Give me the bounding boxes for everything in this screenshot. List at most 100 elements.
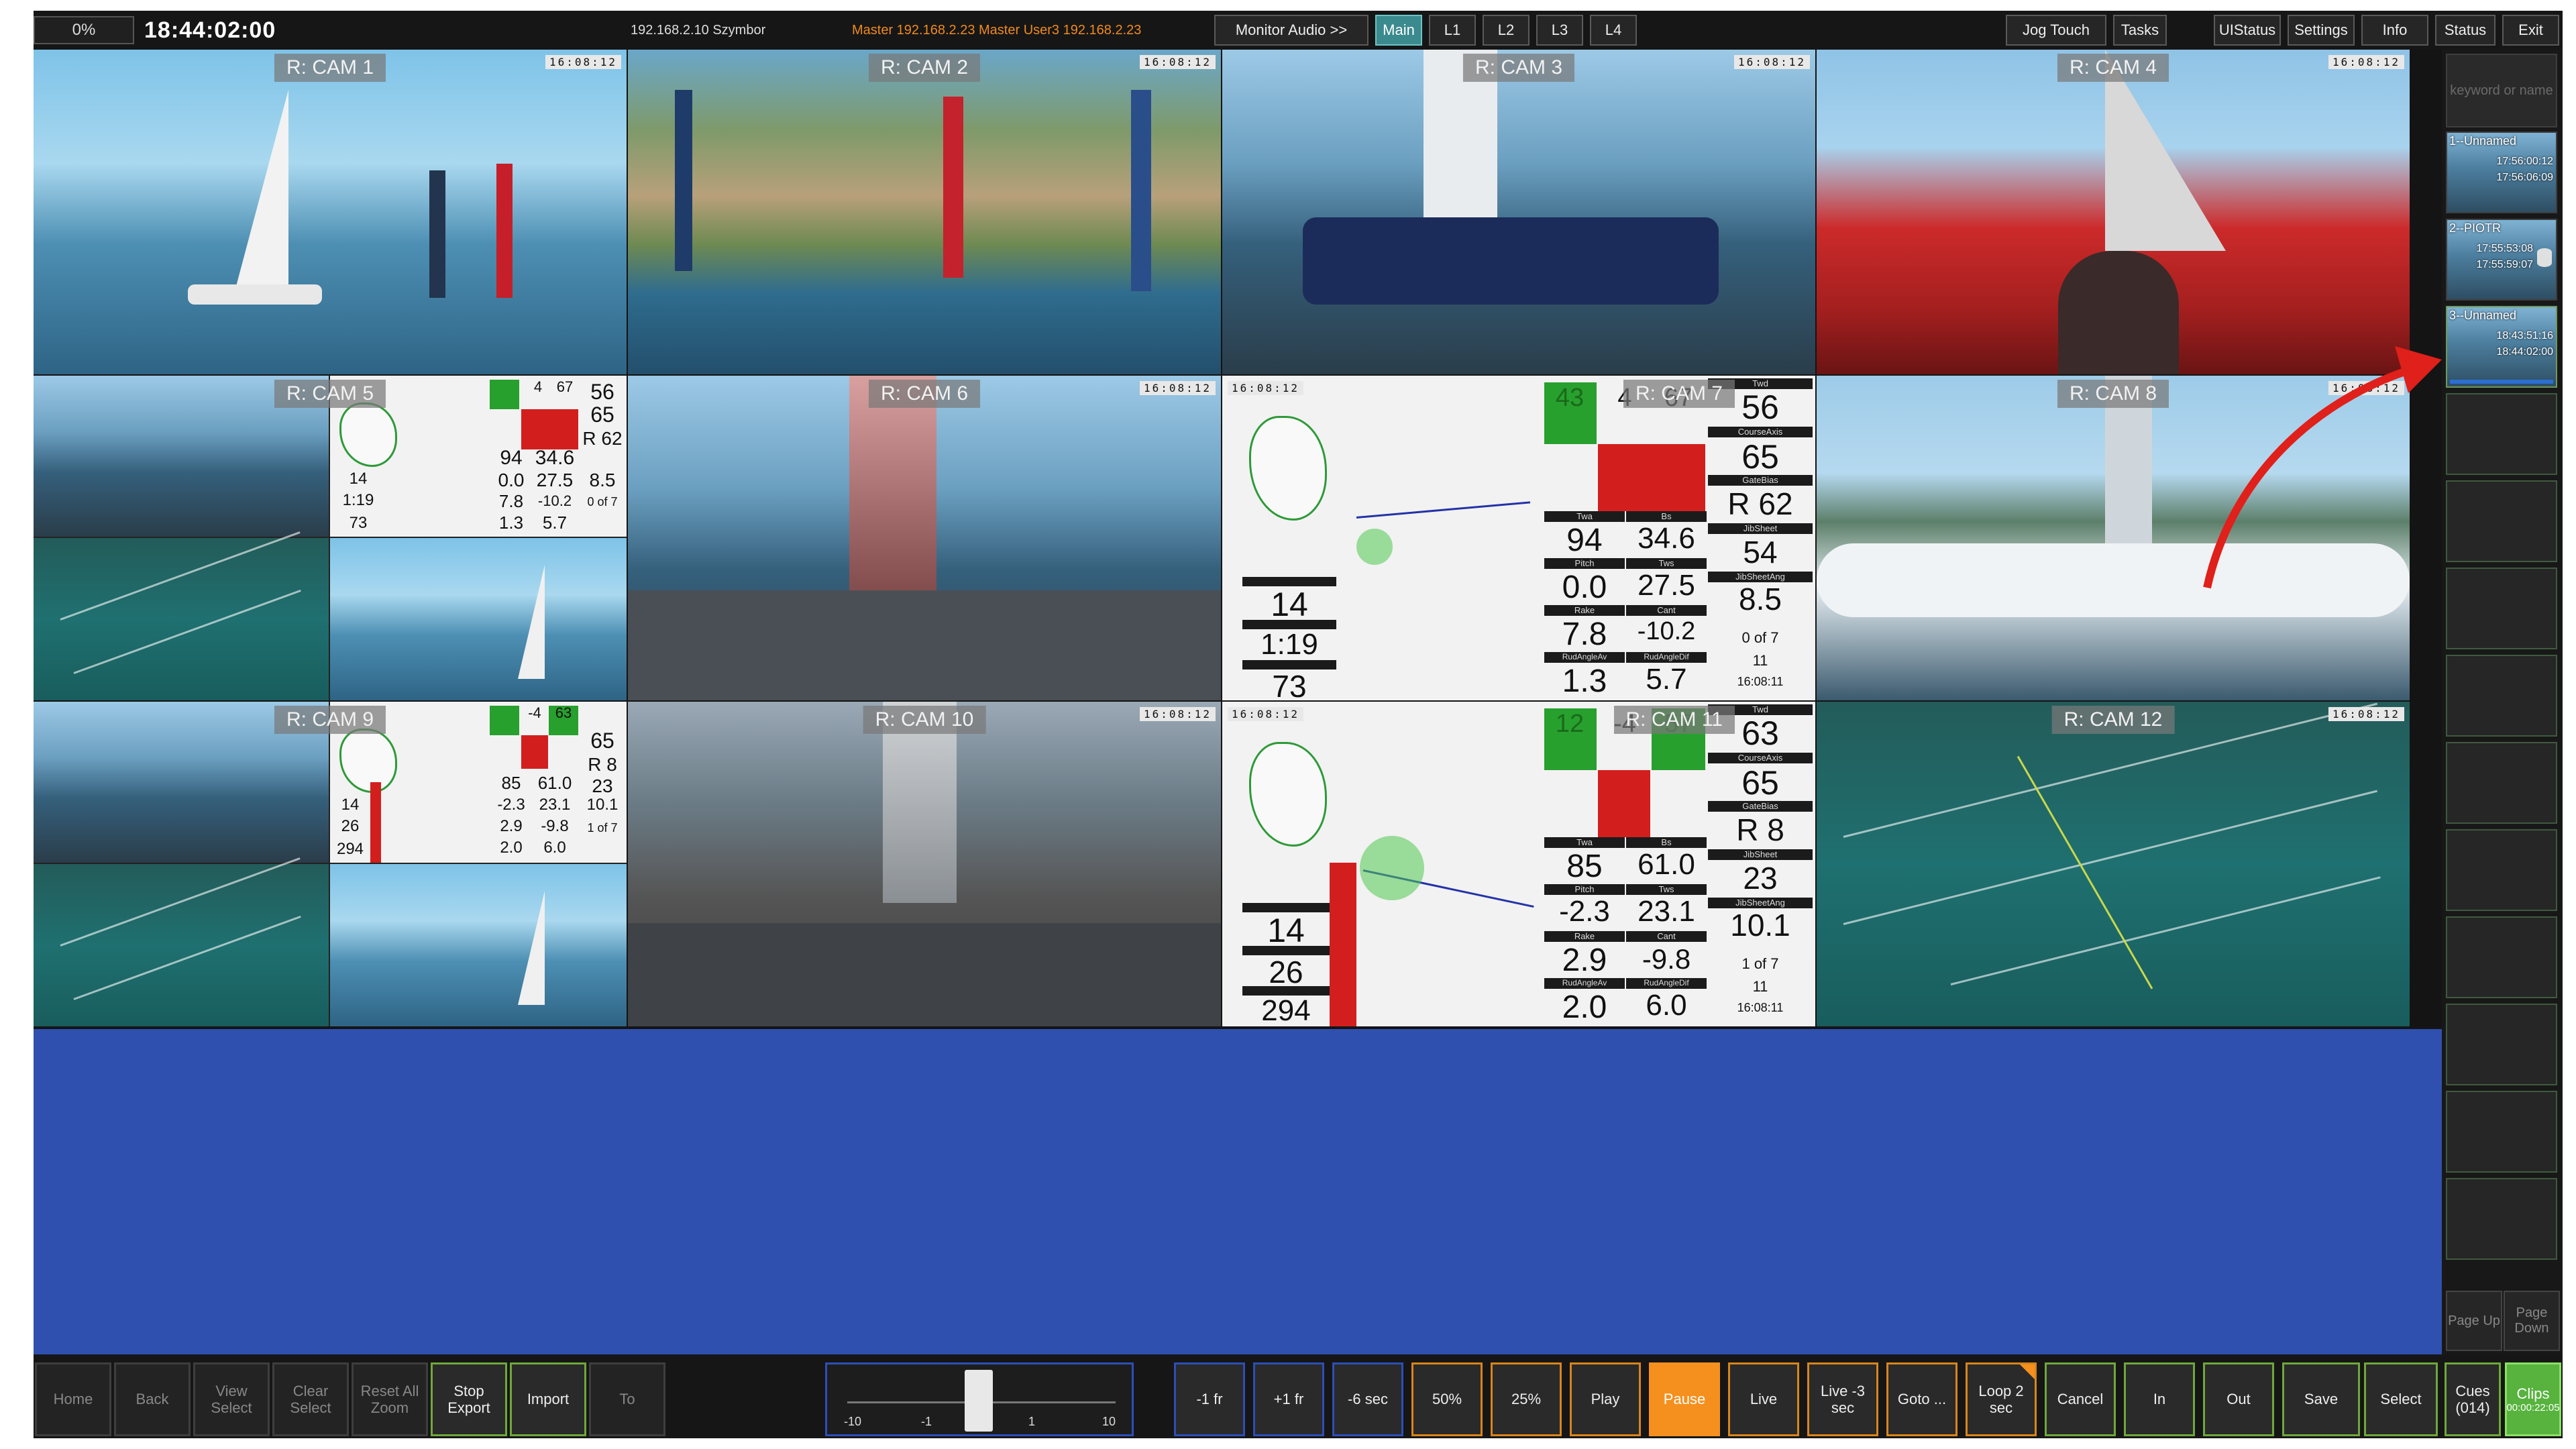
empty-clip-slot[interactable] <box>2446 916 2557 998</box>
indicator-red <box>1598 444 1705 511</box>
minus-1fr-button[interactable]: -1 fr <box>1174 1362 1245 1436</box>
empty-video-area[interactable] <box>34 1029 2442 1354</box>
l1-button[interactable]: L1 <box>1429 15 1476 46</box>
out-button[interactable]: Out <box>2203 1362 2274 1436</box>
cues-button[interactable]: Cues (014) <box>2445 1362 2501 1436</box>
settings-button[interactable]: Settings <box>2288 15 2355 46</box>
cam-tile-2[interactable]: R: CAM 2 16:08:12 <box>628 50 1221 374</box>
l3-button[interactable]: L3 <box>1536 15 1583 46</box>
uistatus-button[interactable]: UIStatus <box>2214 15 2281 46</box>
keyword-search-input[interactable]: keyword or name <box>2446 54 2557 127</box>
tele-label: Rake <box>1544 931 1625 942</box>
clip-item[interactable]: 1--Unnamed 17:56:00:12 17:56:06:09 <box>2446 131 2557 213</box>
empty-clip-slot[interactable] <box>2446 655 2557 737</box>
corner-indicator <box>2020 1364 2035 1379</box>
cam-tile-12[interactable]: R: CAM 12 16:08:12 <box>1817 702 2410 1026</box>
tele-value: 1.3 <box>1562 663 1607 699</box>
arrow-head <box>2395 346 2442 393</box>
l2-button[interactable]: L2 <box>1483 15 1529 46</box>
back-button[interactable]: Back <box>114 1362 191 1436</box>
sail-image <box>943 97 963 278</box>
home-button[interactable]: Home <box>35 1362 111 1436</box>
cancel-button[interactable]: Cancel <box>2045 1362 2116 1436</box>
tele-value: 11 <box>1752 652 1768 669</box>
cam-tile-9[interactable]: -4 63 65 R 8 23 85 61.0 -2.3 23.1 10.1 2… <box>34 702 627 1026</box>
empty-clip-slot[interactable] <box>2446 829 2557 911</box>
tele-value: R 8 <box>588 754 617 775</box>
page-down-button[interactable]: Page Down <box>2504 1291 2560 1351</box>
jog-handle[interactable] <box>965 1370 993 1432</box>
cam-label: R: CAM 2 <box>868 54 981 82</box>
view-select-button[interactable]: View Select <box>193 1362 270 1436</box>
race-map-view <box>34 531 329 700</box>
l4-button[interactable]: L4 <box>1590 15 1637 46</box>
empty-clip-slot[interactable] <box>2446 1004 2557 1085</box>
empty-clip-slot[interactable] <box>2446 1091 2557 1173</box>
main-button[interactable]: Main <box>1375 15 1422 46</box>
clear-select-button[interactable]: Clear Select <box>272 1362 349 1436</box>
cam-tile-5[interactable]: 4 67 56 65 R 62 94 34.6 0.0 27.5 8.5 7.8… <box>34 376 627 700</box>
cam-tile-3[interactable]: R: CAM 3 16:08:12 <box>1222 50 1815 374</box>
clip-list-panel: keyword or name 1--Unnamed 17:56:00:12 1… <box>2442 50 2563 1354</box>
tele-value: 1 of 7 <box>587 821 618 835</box>
tasks-button[interactable]: Tasks <box>2113 15 2167 46</box>
timecode: 16:08:12 <box>1228 381 1304 395</box>
course-track <box>339 402 397 467</box>
play-button[interactable]: Play <box>1570 1362 1641 1436</box>
empty-clip-slot[interactable] <box>2446 1178 2557 1260</box>
loop-button[interactable]: Loop 2 sec <box>1966 1362 2037 1436</box>
course-line <box>1950 876 2381 985</box>
boat-deck <box>628 590 1221 700</box>
tele-value: 65 <box>1741 438 1779 476</box>
exit-button[interactable]: Exit <box>2502 15 2559 46</box>
empty-clip-slot[interactable] <box>2446 742 2557 824</box>
cam-tile-11[interactable]: 14 26 294 12 -4 57 Twd 63 CourseAxis 65 … <box>1222 702 1815 1026</box>
select-button[interactable]: Select <box>2364 1362 2438 1436</box>
speed-50-button[interactable]: 50% <box>1411 1362 1483 1436</box>
goto-button[interactable]: Goto ... <box>1886 1362 1957 1436</box>
timecode: 16:08:12 <box>2328 707 2404 721</box>
clip-item[interactable]: 2--PIOTR 17:55:53:08 17:55:59:07 <box>2446 219 2557 301</box>
pause-button[interactable]: Pause <box>1649 1362 1720 1436</box>
cam-tile-7[interactable]: 14 1:19 73 43 4 67 Twd 56 CourseAxis 65 … <box>1222 376 1815 700</box>
jog-tick-label: 10 <box>1102 1415 1116 1428</box>
jog-slider[interactable]: -10 -1 1 10 <box>825 1362 1134 1436</box>
course-line <box>60 531 301 621</box>
tele-value: -9.8 <box>1642 943 1691 975</box>
stop-export-button[interactable]: Stop Export <box>431 1362 507 1436</box>
jog-touch-button[interactable]: Jog Touch <box>2006 15 2106 46</box>
tele-value: 61.0 <box>1638 848 1695 881</box>
page-up-button[interactable]: Page Up <box>2446 1291 2502 1351</box>
tele-value: 0 of 7 <box>1741 629 1779 646</box>
status-button[interactable]: Status <box>2435 15 2496 46</box>
plus-1fr-button[interactable]: +1 fr <box>1253 1362 1324 1436</box>
clips-button[interactable]: Clips 00:00:22:05 <box>2505 1362 2561 1436</box>
live-minus-3sec-button[interactable]: Live -3 sec <box>1807 1362 1878 1436</box>
tele-value: 65 <box>590 729 614 753</box>
tele-value: 2.0 <box>1562 989 1607 1025</box>
import-button[interactable]: Import <box>510 1362 586 1436</box>
reset-all-zoom-button[interactable]: Reset All Zoom <box>352 1362 428 1436</box>
tele-value: 0.0 <box>498 470 525 490</box>
tele-value: 6.0 <box>1646 989 1687 1022</box>
speed-25-button[interactable]: 25% <box>1491 1362 1562 1436</box>
tele-value: 7.8 <box>1562 616 1607 652</box>
in-button[interactable]: In <box>2124 1362 2195 1436</box>
sail-image <box>496 164 513 298</box>
save-button[interactable]: Save <box>2282 1362 2360 1436</box>
cam-label: R: CAM 5 <box>274 380 386 408</box>
monitor-audio-button[interactable]: Monitor Audio >> <box>1214 15 1368 46</box>
info-button[interactable]: Info <box>2361 15 2428 46</box>
cam-tile-10[interactable]: R: CAM 10 16:08:12 <box>628 702 1221 1026</box>
cam-tile-1[interactable]: R: CAM 1 16:08:12 <box>34 50 627 374</box>
tele-value: 10.1 <box>586 796 619 814</box>
cam-tile-6[interactable]: R: CAM 6 16:08:12 <box>628 376 1221 700</box>
annotation-arrow <box>2203 346 2442 589</box>
to-button[interactable]: To <box>589 1362 665 1436</box>
tele-value: 26 <box>1269 955 1303 989</box>
tele-value: 5.7 <box>542 513 568 533</box>
live-button[interactable]: Live <box>1728 1362 1799 1436</box>
boat-hull <box>2058 251 2179 374</box>
minus-6sec-button[interactable]: -6 sec <box>1332 1362 1403 1436</box>
tele-value: 14 <box>349 470 368 488</box>
